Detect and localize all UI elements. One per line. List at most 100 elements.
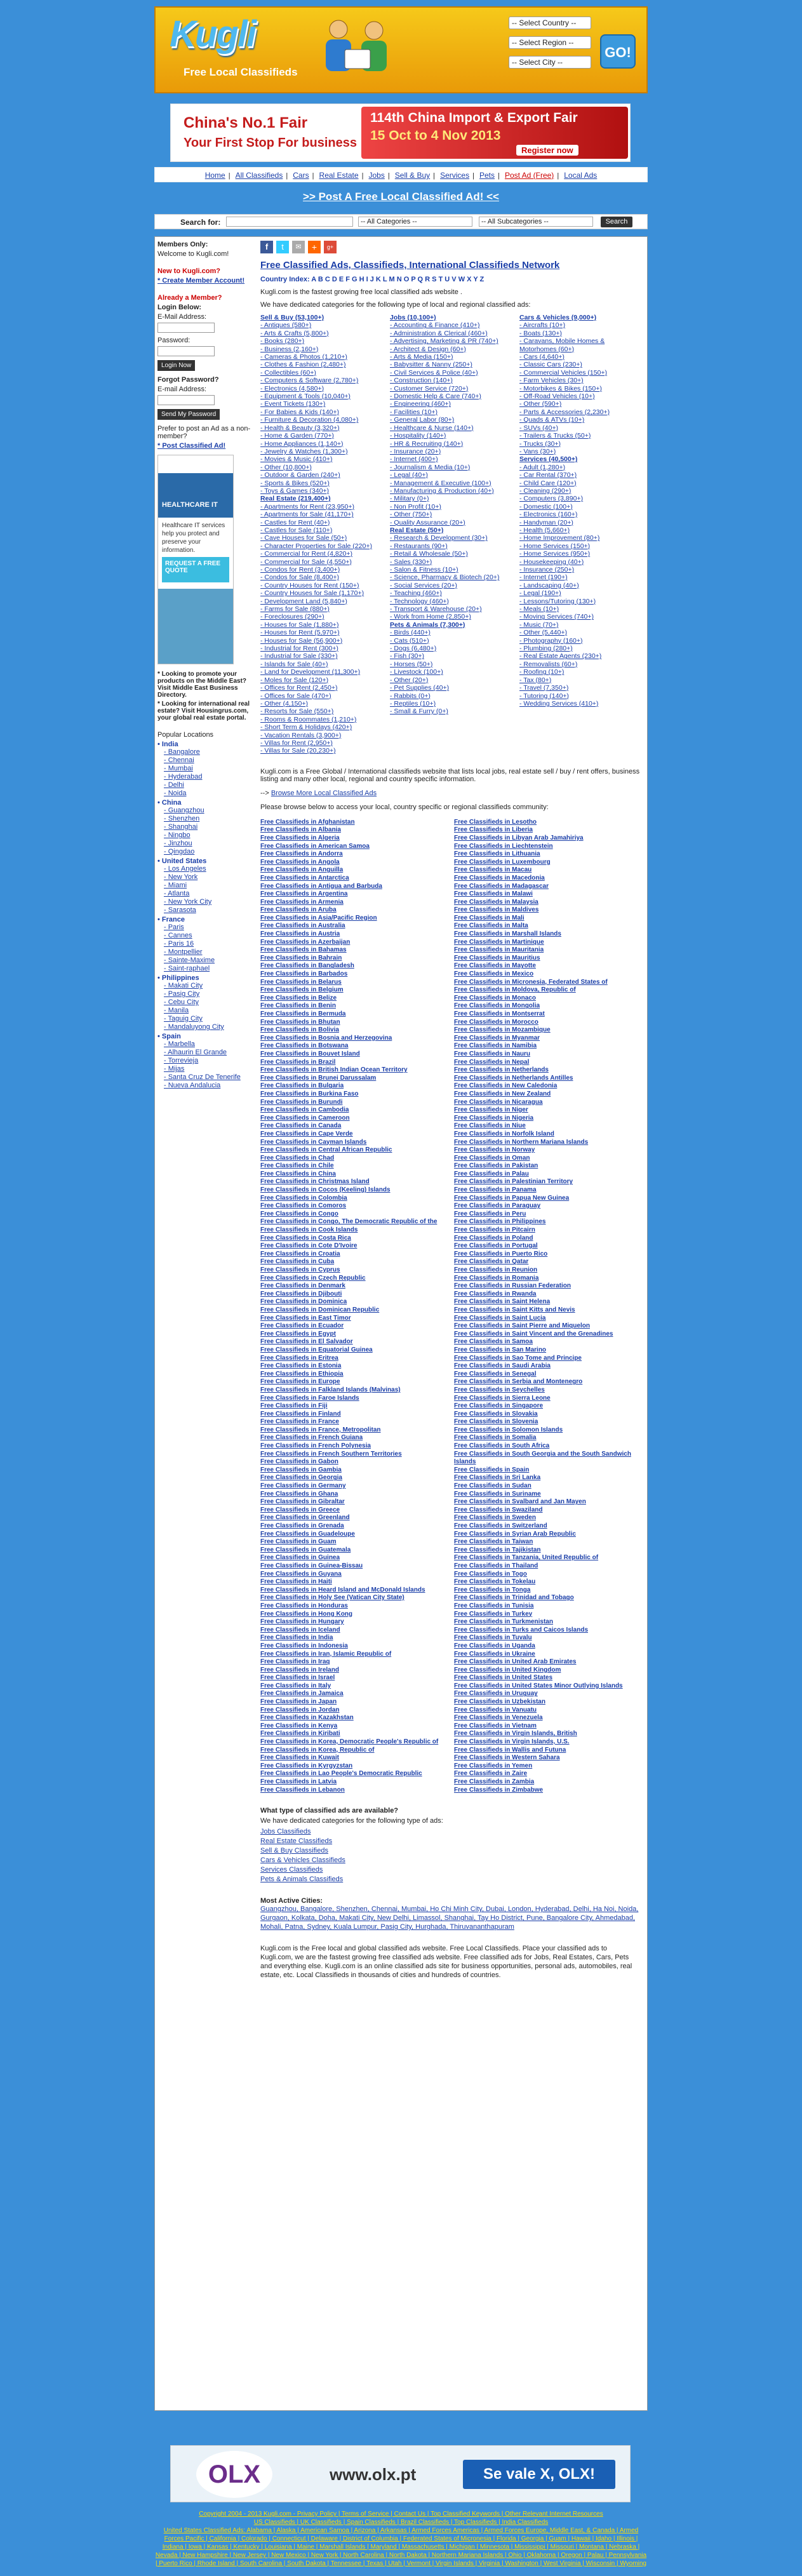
country-link[interactable]: Free Classifieds in Pakistan [454, 1162, 641, 1171]
country-link[interactable]: Free Classifieds in Poland [454, 1235, 641, 1243]
country-link[interactable]: Free Classifieds in Moldova, Republic of [454, 986, 641, 995]
category-link[interactable]: - Sales (330+) [390, 558, 512, 566]
country-link[interactable]: Free Classifieds in Czech Republic [260, 1275, 448, 1283]
country-link[interactable]: Free Classifieds in United Arab Emirates [454, 1658, 641, 1667]
location-link[interactable]: - Delhi [164, 781, 254, 789]
country-link[interactable]: Free Classifieds in Norway [454, 1146, 641, 1155]
category-link[interactable]: - Movies & Music (410+) [260, 455, 382, 463]
country-link[interactable]: Free Classifieds in Yemen [454, 1762, 641, 1771]
country-link[interactable]: Free Classifieds in Senegal [454, 1371, 641, 1379]
country-link[interactable]: Free Classifieds in Albania [260, 826, 448, 835]
category-link[interactable]: - Motorbikes & Bikes (150+) [519, 385, 641, 392]
country-link[interactable]: Free Classifieds in Latvia [260, 1778, 448, 1787]
location-link[interactable]: - New York [164, 873, 254, 882]
country-link[interactable]: Free Classifieds in Congo [260, 1211, 448, 1219]
footer-country-links[interactable]: US Classifieds | UK Classifieds | Spain … [254, 2519, 549, 2526]
category-link[interactable]: - Quality Assurance (20+) [390, 519, 512, 527]
country-link[interactable]: Free Classifieds in Saint Pierre and Miq… [454, 1322, 641, 1331]
google-plus-icon[interactable]: g+ [324, 241, 337, 253]
category-link[interactable]: - Industrial for Sale (330+) [260, 652, 382, 660]
browse-more-link[interactable]: Browse More Local Classified Ads [271, 789, 377, 797]
category-link[interactable]: - Home Improvement (80+) [519, 534, 641, 542]
category-link[interactable]: - Other (590+) [519, 400, 641, 408]
country-link[interactable]: Free Classifieds in Venezuela [454, 1714, 641, 1722]
location-link[interactable]: - Mandaluyong City [164, 1023, 254, 1031]
category-select[interactable]: -- All Categories -- [358, 217, 472, 227]
banner-ad[interactable]: China's No.1 Fair Your First Stop For bu… [170, 104, 631, 162]
facebook-icon[interactable]: f [260, 241, 273, 253]
country-link[interactable]: Free Classifieds in Italy [260, 1682, 448, 1691]
location-link[interactable]: - Shenzhen [164, 815, 254, 823]
location-link[interactable]: - New York City [164, 898, 254, 906]
country-link[interactable]: Free Classifieds in Nauru [454, 1050, 641, 1059]
category-link[interactable]: - SUVs (40+) [519, 424, 641, 432]
country-link[interactable]: Free Classifieds in Indonesia [260, 1642, 448, 1651]
category-link[interactable]: - Other (750+) [390, 511, 512, 518]
country-link[interactable]: Free Classifieds in Antarctica [260, 875, 448, 883]
category-link[interactable]: - Birds (440+) [390, 629, 512, 636]
category-link[interactable]: - Car Rental (370+) [519, 471, 641, 479]
ad-type-link[interactable]: Services Classifieds [260, 1865, 641, 1875]
country-link[interactable]: Free Classifieds in United States Minor … [454, 1682, 641, 1691]
category-link[interactable]: - Management & Executive (100+) [390, 480, 512, 487]
category-link[interactable]: - Handyman (20+) [519, 519, 641, 527]
country-link[interactable]: Free Classifieds in Madagascar [454, 883, 641, 891]
footer-state-links[interactable]: United States Classified Ads: Alabama | … [156, 2527, 646, 2567]
country-link[interactable]: Free Classifieds in Cote D'Ivoire [260, 1242, 448, 1251]
country-link[interactable]: Free Classifieds in Qatar [454, 1258, 641, 1266]
category-link[interactable]: - Condos for Rent (3,400+) [260, 566, 382, 574]
country-link[interactable]: Free Classifieds in Mauritania [454, 946, 641, 955]
country-link[interactable]: Free Classifieds in Thailand [454, 1562, 641, 1571]
country-link[interactable]: Free Classifieds in Syrian Arab Republic [454, 1531, 641, 1539]
location-link[interactable]: - Sainte-Maxime [164, 956, 254, 965]
country-link[interactable]: Free Classifieds in Tanzania, United Rep… [454, 1554, 641, 1562]
country-link[interactable]: Free Classifieds in Philippines [454, 1218, 641, 1226]
country-link[interactable]: Free Classifieds in China [260, 1171, 448, 1179]
country-link[interactable]: Free Classifieds in Christmas Island [260, 1178, 448, 1186]
location-country[interactable]: • India [157, 741, 254, 748]
nav-real-estate[interactable]: Real Estate [319, 171, 359, 180]
category-link[interactable]: - Home & Garden (770+) [260, 432, 382, 439]
olx-banner-ad[interactable]: OLX www.olx.pt Se vale X, OLX! [170, 2445, 631, 2502]
location-link[interactable]: - Hyderabad [164, 773, 254, 781]
sidebar-ad[interactable]: HEALTHCARE IT Healthcare IT services hel… [157, 455, 234, 664]
country-link[interactable]: Free Classifieds in Algeria [260, 835, 448, 843]
category-link[interactable]: - Wedding Services (410+) [519, 700, 641, 708]
country-link[interactable]: Free Classifieds in Mongolia [454, 1002, 641, 1010]
country-link[interactable]: Free Classifieds in East Timor [260, 1315, 448, 1323]
nav-all-classifieds[interactable]: All Classifieds [236, 171, 283, 180]
country-link[interactable]: Free Classifieds in Somalia [454, 1434, 641, 1442]
category-link[interactable]: - Antiques (580+) [260, 321, 382, 329]
country-link[interactable]: Free Classifieds in Egypt [260, 1331, 448, 1339]
country-link[interactable]: Free Classifieds in Northern Mariana Isl… [454, 1139, 641, 1147]
country-link[interactable]: Free Classifieds in Morocco [454, 1019, 641, 1027]
country-link[interactable]: Free Classifieds in Japan [260, 1698, 448, 1707]
location-link[interactable]: - Los Angeles [164, 865, 254, 873]
category-link[interactable]: - Travel (7,350+) [519, 684, 641, 692]
country-link[interactable]: Free Classifieds in Congo, The Democrati… [260, 1218, 448, 1226]
country-link[interactable]: Free Classifieds in Bosnia and Herzegovi… [260, 1035, 448, 1043]
location-link[interactable]: - Noida [164, 789, 254, 798]
category-link[interactable]: - Small & Furry (0+) [390, 708, 512, 715]
category-link[interactable]: - Trailers & Trucks (50+) [519, 432, 641, 439]
country-link[interactable]: Free Classifieds in Georgia [260, 1474, 448, 1482]
olx-cta-button[interactable]: Se vale X, OLX! [463, 2460, 615, 2489]
country-link[interactable]: Free Classifieds in Sweden [454, 1514, 641, 1522]
country-link[interactable]: Free Classifieds in Slovakia [454, 1411, 641, 1419]
country-link[interactable]: Free Classifieds in Luxembourg [454, 859, 641, 867]
category-link[interactable]: - Other (4,150+) [260, 700, 382, 708]
country-link[interactable]: Free Classifieds in Martinique [454, 939, 641, 947]
country-link[interactable]: Free Classifieds in Zaire [454, 1770, 641, 1778]
category-link[interactable]: - Villas for Rent (2,950+) [260, 739, 382, 747]
country-link[interactable]: Free Classifieds in Monaco [454, 995, 641, 1003]
category-link[interactable]: - Commercial for Rent (4,820+) [260, 550, 382, 558]
category-link[interactable]: - Home Services (950+) [519, 550, 641, 558]
country-link[interactable]: Free Classifieds in San Marino [454, 1346, 641, 1355]
location-link[interactable]: - Taguig City [164, 1015, 254, 1023]
country-link[interactable]: Free Classifieds in Gibraltar [260, 1498, 448, 1506]
country-link[interactable]: Free Classifieds in Hong Kong [260, 1611, 448, 1619]
category-heading[interactable]: Real Estate (50+) [390, 527, 512, 534]
category-link[interactable]: - Equipment & Tools (10,040+) [260, 392, 382, 400]
category-link[interactable]: - Photography (160+) [519, 637, 641, 645]
category-link[interactable]: - Other (5,440+) [519, 629, 641, 636]
